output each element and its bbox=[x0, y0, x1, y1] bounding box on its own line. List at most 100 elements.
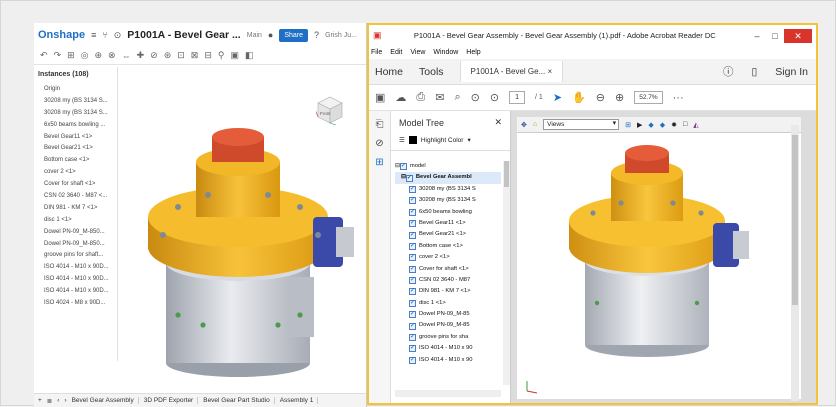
menu-edit[interactable]: Edit bbox=[390, 49, 402, 56]
tab-close-icon[interactable]: × bbox=[547, 67, 552, 76]
share-button[interactable]: Share bbox=[279, 28, 309, 42]
instance-item[interactable]: CSN 02 3640 - M87 <... bbox=[34, 191, 117, 203]
menu-window[interactable]: Window bbox=[433, 49, 458, 56]
instance-item[interactable]: DIN 981 - KM 7 <1> bbox=[34, 203, 117, 215]
fastened-mate-icon[interactable]: ⊕ bbox=[95, 50, 103, 61]
comment-icon[interactable]: ● bbox=[268, 30, 273, 40]
document-scroll-thumb[interactable] bbox=[792, 135, 798, 305]
branch-label[interactable]: Main bbox=[247, 32, 262, 39]
zoom-out-icon[interactable]: ⊖ bbox=[596, 91, 605, 104]
instance-item[interactable]: cover 2 <1> bbox=[34, 167, 117, 179]
tab-next-icon[interactable]: › bbox=[64, 397, 66, 404]
instance-item[interactable]: disc 1 <1> bbox=[34, 215, 117, 227]
tab-prev-icon[interactable]: ‹ bbox=[57, 397, 59, 404]
tab-list-icon[interactable]: ≣ bbox=[47, 397, 52, 405]
tree-item[interactable]: Bevel Gear21 <1> bbox=[395, 229, 501, 241]
mobile-link-icon[interactable]: ▯ bbox=[752, 66, 758, 78]
play-animation-icon[interactable]: ▶ bbox=[637, 121, 642, 129]
group-icon[interactable]: ⊡ bbox=[177, 50, 185, 61]
upload-icon[interactable]: ☁ bbox=[395, 91, 406, 104]
tab-3d-pdf-exporter[interactable]: 3D PDF Exporter bbox=[144, 397, 199, 404]
tree-item[interactable]: ISO 4014 - M10 x 90 bbox=[395, 343, 501, 355]
instance-item[interactable]: Dowel PN-09_M-850... bbox=[34, 239, 117, 251]
page-number-input[interactable]: 1 bbox=[509, 91, 526, 104]
instance-item[interactable]: Origin bbox=[34, 84, 117, 96]
select-tool-icon[interactable]: ➤ bbox=[553, 91, 562, 104]
tree-item[interactable]: 30208 my (BS 3134 S bbox=[395, 184, 501, 195]
lighting-icon[interactable]: ✹ bbox=[671, 121, 677, 129]
tree-checkbox[interactable] bbox=[409, 230, 416, 241]
menu-icon[interactable]: ≡ bbox=[91, 30, 96, 40]
tree-item[interactable]: cover 2 <1> bbox=[395, 252, 501, 264]
tab-tools[interactable]: Tools bbox=[419, 66, 444, 78]
tree-checkbox[interactable] bbox=[409, 207, 416, 218]
tree-checkbox[interactable] bbox=[409, 343, 416, 355]
instance-item[interactable]: 6x50 beams bowling ... bbox=[34, 120, 117, 132]
minimize-icon[interactable]: – bbox=[748, 31, 766, 41]
pin-slot-mate-icon[interactable]: ⊛ bbox=[164, 50, 172, 61]
tree-checkbox[interactable] bbox=[409, 241, 416, 252]
help-icon[interactable]: ? bbox=[314, 30, 319, 40]
document-scrollbar[interactable] bbox=[791, 125, 799, 401]
background-color-icon[interactable]: □ bbox=[683, 121, 687, 128]
redo-icon[interactable]: ↷ bbox=[54, 50, 62, 61]
cross-section-icon[interactable]: ◭ bbox=[693, 121, 698, 129]
instance-item[interactable]: 30208 my (BS 3134 S... bbox=[34, 96, 117, 108]
mate-connector-icon[interactable]: ⊠ bbox=[191, 50, 199, 61]
measure-icon[interactable]: ⚲ bbox=[218, 50, 225, 61]
history-icon[interactable]: ⊙ bbox=[114, 30, 122, 41]
tree-checkbox[interactable] bbox=[409, 275, 416, 286]
tree-scroll-thumb[interactable] bbox=[504, 161, 509, 187]
projection-icon[interactable]: ◆ bbox=[648, 121, 653, 129]
tree-item[interactable]: Dowel PN-09_M-85 bbox=[395, 309, 501, 320]
instance-item[interactable]: ISO 4024 - M8 x 90D... bbox=[34, 298, 117, 310]
rotate-tool-icon[interactable]: ✥ bbox=[521, 121, 527, 129]
explode-icon[interactable]: ⊟ bbox=[204, 50, 212, 61]
tree-checkbox[interactable] bbox=[409, 309, 416, 320]
render-mode-icon[interactable]: ◆ bbox=[660, 121, 665, 129]
tree-root[interactable]: ⊟model bbox=[395, 161, 501, 172]
tree-checkbox[interactable] bbox=[409, 218, 416, 229]
zoom-level-select[interactable]: 52.7% bbox=[634, 91, 663, 104]
tree-checkbox[interactable] bbox=[409, 355, 416, 366]
more-tools-icon[interactable]: ··· bbox=[673, 92, 684, 104]
instance-item[interactable]: groove pins for shaft... bbox=[34, 250, 117, 262]
revolute-mate-icon[interactable]: ⊗ bbox=[108, 50, 116, 61]
mate-icon[interactable]: ◎ bbox=[81, 50, 89, 61]
document-title[interactable]: P1001A - Bevel Gear ... bbox=[127, 29, 240, 41]
views-dropdown[interactable]: Views bbox=[543, 119, 620, 130]
hand-tool-icon[interactable]: ✋ bbox=[572, 91, 586, 104]
tab-bevel-gear-assembly[interactable]: Bevel Gear Assembly bbox=[72, 397, 139, 404]
email-icon[interactable]: ✉ bbox=[435, 91, 444, 104]
model-tree-toggle-icon[interactable]: ⊞ bbox=[625, 121, 631, 129]
menu-help[interactable]: Help bbox=[466, 49, 480, 56]
user-menu[interactable]: Grish Ju... bbox=[325, 32, 357, 39]
instance-item[interactable]: Dowel PN-09_M-850... bbox=[34, 227, 117, 239]
instance-item[interactable]: Bottom case <1> bbox=[34, 155, 117, 167]
sign-in-link[interactable]: Sign In bbox=[775, 66, 808, 78]
tree-item[interactable]: ISO 4014 - M10 x 90 bbox=[395, 355, 501, 366]
attachments-icon[interactable]: ⊘ bbox=[369, 138, 390, 149]
help-circle-icon[interactable]: ⓘ bbox=[723, 64, 734, 79]
tab-home[interactable]: Home bbox=[375, 66, 403, 78]
next-page-icon[interactable]: ⊙ bbox=[490, 91, 499, 104]
model-tree-icon[interactable]: ⊞ bbox=[369, 157, 390, 168]
pdf-page[interactable]: ✥ ⌂ Views ⊞ ▶ ◆ ◆ ✹ □ ◭ bbox=[517, 117, 801, 401]
tree-item[interactable]: ⊟Bevel Gear Assembl bbox=[395, 172, 501, 184]
instance-item[interactable]: 30208 my (BS 3134 S... bbox=[34, 108, 117, 120]
instance-item[interactable]: ISO 4014 - M10 x 90D... bbox=[34, 286, 117, 298]
add-tab-icon[interactable]: + bbox=[38, 397, 42, 404]
tree-item[interactable]: disc 1 <1> bbox=[395, 298, 501, 309]
tree-item[interactable]: CSN 02 3640 - M87 bbox=[395, 275, 501, 286]
tree-item[interactable]: groove pins for sha bbox=[395, 332, 501, 343]
tree-checkbox[interactable] bbox=[409, 252, 416, 264]
branch-icon[interactable]: ⑂ bbox=[102, 30, 107, 40]
planar-mate-icon[interactable]: ✚ bbox=[137, 50, 145, 61]
onshape-3d-viewport[interactable]: Front bbox=[118, 67, 366, 393]
cylindrical-mate-icon[interactable]: ⊘ bbox=[150, 50, 158, 61]
tree-checkbox[interactable] bbox=[409, 264, 416, 275]
tree-checkbox[interactable] bbox=[409, 184, 416, 195]
close-panel-icon[interactable]: ✕ bbox=[494, 117, 502, 128]
tree-item[interactable]: DIN 981 - KM 7 <1> bbox=[395, 286, 501, 298]
tab-bevel-gear-part-studio[interactable]: Bevel Gear Part Studio bbox=[203, 397, 275, 404]
